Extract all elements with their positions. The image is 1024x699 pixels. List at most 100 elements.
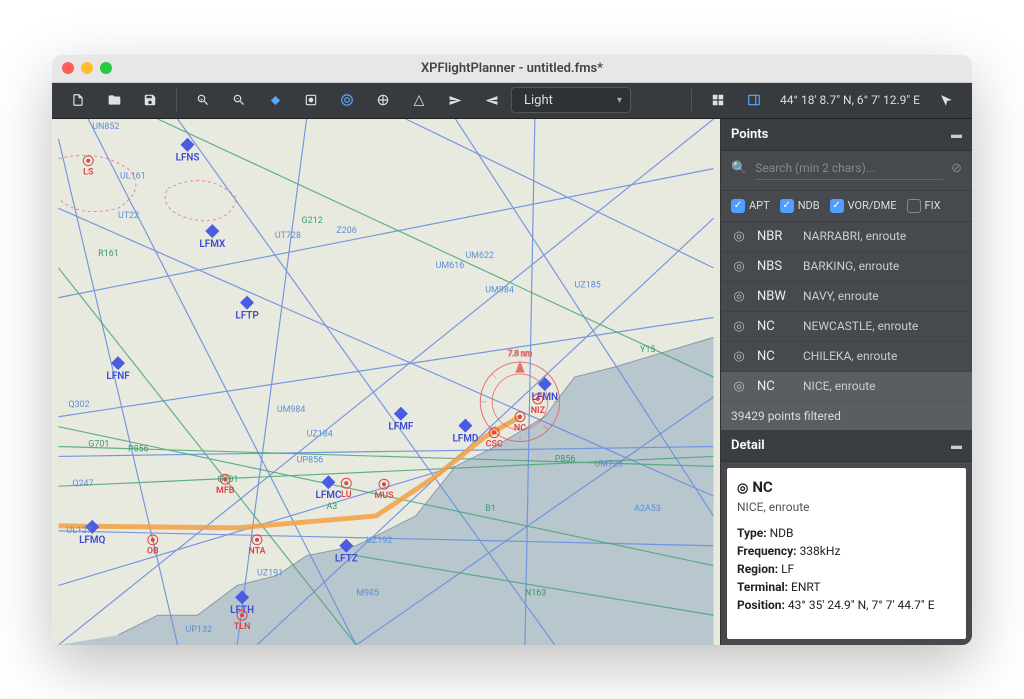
detail-panel-header: Detail ▬ xyxy=(721,430,972,462)
airway-label: UM984 xyxy=(485,285,514,295)
svg-text:LFMQ: LFMQ xyxy=(79,534,105,545)
clear-search-icon[interactable]: ⊘ xyxy=(951,161,962,176)
airport-marker[interactable]: LFMC xyxy=(315,475,341,501)
ndb-marker[interactable]: LS xyxy=(83,155,94,177)
svg-text:OB: OB xyxy=(147,546,159,556)
svg-text:LS: LS xyxy=(83,167,94,177)
detail-header-label: Detail xyxy=(731,438,765,453)
airway-label: UP856 xyxy=(297,455,323,465)
airway-label: Z206 xyxy=(336,226,356,236)
svg-text:LFMX: LFMX xyxy=(199,239,226,250)
list-item[interactable]: ◎ NC NICE, enroute xyxy=(721,372,972,402)
airway-label: Q247 xyxy=(72,479,93,489)
layer-vor-button[interactable] xyxy=(367,86,399,114)
airway-label: UZ191 xyxy=(257,568,283,578)
svg-text:LFMN: LFMN xyxy=(532,391,558,402)
layer-ndb-button[interactable] xyxy=(331,86,363,114)
ndb-icon: ◎ xyxy=(731,379,747,394)
close-icon[interactable] xyxy=(62,62,74,74)
svg-text:LFNS: LFNS xyxy=(176,152,200,163)
detail-id: NC xyxy=(752,478,772,496)
airport-marker[interactable]: LFMD xyxy=(452,418,478,444)
collapse-icon[interactable]: ▬ xyxy=(951,128,962,141)
airway-label: UM984 xyxy=(277,404,306,414)
list-item[interactable]: ◎ NC CHILEKA, enroute xyxy=(721,342,972,372)
layer-arr-button[interactable] xyxy=(475,86,507,114)
layer-airports-button[interactable] xyxy=(259,86,291,114)
svg-text:TLN: TLN xyxy=(234,622,251,632)
airway-label: P856 xyxy=(128,444,149,454)
point-id: NBS xyxy=(757,259,793,274)
collapse-icon[interactable]: ▬ xyxy=(951,439,962,452)
zoom-in-button[interactable] xyxy=(187,86,219,114)
layout-sidebar-button[interactable] xyxy=(738,86,770,114)
locate-button[interactable] xyxy=(930,86,962,114)
ndb-marker[interactable]: MUS xyxy=(374,479,394,501)
ndb-marker[interactable]: OB xyxy=(147,534,159,556)
window-title: XPFlightPlanner - untitled.fms* xyxy=(52,61,972,76)
list-item[interactable]: ◎ NBR NARRABRI, enroute xyxy=(721,222,972,252)
point-id: NBR xyxy=(757,229,793,244)
ndb-marker[interactable]: NC xyxy=(514,411,526,433)
airway-label: G212 xyxy=(302,216,323,226)
points-search-input[interactable] xyxy=(755,157,943,180)
airway-label: UZ185 xyxy=(575,280,601,290)
svg-text:LFMC: LFMC xyxy=(315,490,341,501)
minimize-icon[interactable] xyxy=(81,62,93,74)
ndb-icon: ◎ xyxy=(731,319,747,334)
airway-label: G701 xyxy=(88,439,109,449)
airway-label: UM622 xyxy=(465,250,494,260)
theme-select[interactable]: Light xyxy=(511,87,631,113)
airway-label: B1 xyxy=(485,504,496,514)
list-item[interactable]: ◎ NBW NAVY, enroute xyxy=(721,282,972,312)
map-svg: 7.8 nm LFNSLFMXLFTPLFNFLFMFLFMDLFMNLFMQL… xyxy=(52,119,720,645)
zoom-out-button[interactable] xyxy=(223,86,255,114)
airway-label: G701 xyxy=(217,475,238,485)
airway-label: UP132 xyxy=(186,625,212,635)
airway-label: UM728 xyxy=(594,459,623,469)
airway-label: N163 xyxy=(525,588,546,598)
airway-label: UT22 xyxy=(118,211,139,221)
app-window: XPFlightPlanner - untitled.fms* △ Light … xyxy=(52,55,972,645)
toolbar: △ Light 44° 18' 8.7" N, 6° 7' 12.9" E xyxy=(52,83,972,119)
point-desc: NAVY, enroute xyxy=(803,289,962,303)
zoom-icon[interactable] xyxy=(100,62,112,74)
ndb-icon: ◎ xyxy=(737,481,748,496)
airport-marker[interactable]: LFMX xyxy=(199,224,226,250)
detail-body: ◎NC NICE, enroute Type: NDB Frequency: 3… xyxy=(727,468,966,639)
layer-navaid-button[interactable] xyxy=(295,86,327,114)
filter-fix-checkbox[interactable]: FIX xyxy=(907,199,941,213)
ndb-marker[interactable]: CSC xyxy=(486,427,503,449)
filter-apt-checkbox[interactable]: ✓APT xyxy=(731,199,770,213)
point-desc: BARKING, enroute xyxy=(803,259,962,273)
airway-label: A2A53 xyxy=(634,504,661,514)
layer-dep-button[interactable] xyxy=(439,86,471,114)
ndb-icon: ◎ xyxy=(731,259,747,274)
new-file-button[interactable] xyxy=(62,86,94,114)
airway-label: A3 xyxy=(326,502,337,512)
filter-ndb-checkbox[interactable]: ✓NDB xyxy=(780,199,820,213)
save-button[interactable] xyxy=(134,86,166,114)
map-view[interactable]: 7.8 nm LFNSLFMXLFTPLFNFLFMFLFMDLFMNLFMQL… xyxy=(52,119,720,645)
points-header-label: Points xyxy=(731,127,768,142)
airway-label: Q302 xyxy=(68,399,89,409)
points-panel-header: Points ▬ xyxy=(721,119,972,151)
airport-marker[interactable]: LFMF xyxy=(388,406,413,432)
list-item[interactable]: ◎ NBS BARKING, enroute xyxy=(721,252,972,282)
open-file-button[interactable] xyxy=(98,86,130,114)
cursor-coords: 44° 18' 8.7" N, 6° 7' 12.9" E xyxy=(774,93,926,107)
filter-vor-checkbox[interactable]: ✓VOR/DME xyxy=(830,199,897,213)
svg-text:NC: NC xyxy=(514,423,526,433)
list-item[interactable]: ◎ NC NEWCASTLE, enroute xyxy=(721,312,972,342)
ndb-marker[interactable]: LU xyxy=(341,478,352,500)
airport-marker[interactable]: LFTP xyxy=(235,295,258,321)
point-id: NC xyxy=(757,379,793,394)
ndb-icon: ◎ xyxy=(731,229,747,244)
filter-row: ✓APT ✓NDB ✓VOR/DME FIX xyxy=(721,191,972,222)
airway-label: UL161 xyxy=(120,171,146,181)
layout-table-button[interactable] xyxy=(702,86,734,114)
airport-marker[interactable]: LFNS xyxy=(176,137,200,163)
svg-text:NIZ: NIZ xyxy=(531,405,546,415)
svg-text:LFMF: LFMF xyxy=(388,421,413,432)
layer-fix-button[interactable]: △ xyxy=(403,86,435,114)
